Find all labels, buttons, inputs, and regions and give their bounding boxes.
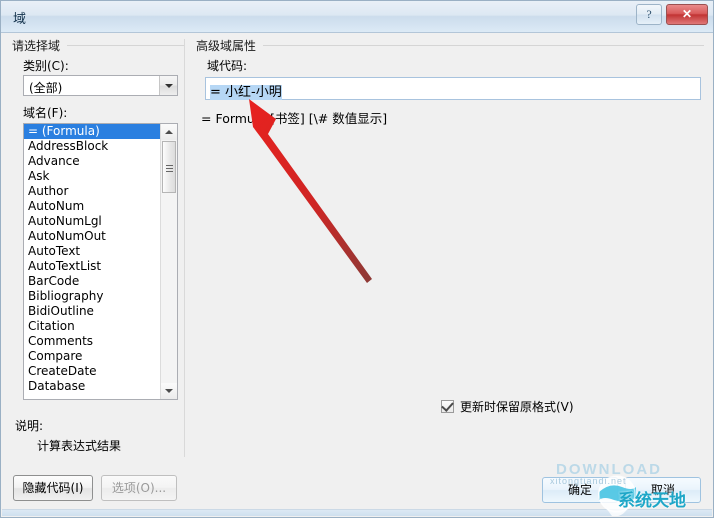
- category-dropdown-button[interactable]: [159, 76, 177, 95]
- description-text: 计算表达式结果: [37, 439, 122, 453]
- chevron-down-icon: [165, 389, 173, 393]
- window-title: 域: [13, 12, 27, 27]
- close-icon[interactable]: ✕: [666, 4, 708, 25]
- list-item[interactable]: AutoText: [24, 244, 160, 259]
- fieldcode-text: = 小红-小明: [210, 81, 282, 100]
- list-item[interactable]: Database: [24, 379, 160, 394]
- list-item[interactable]: AddressBlock: [24, 139, 160, 154]
- checkmark-icon: [441, 399, 454, 412]
- preserve-format-checkbox[interactable]: [441, 399, 454, 413]
- fieldcode-selected-text: = 小红-小明: [210, 85, 282, 100]
- description-label: 说明:: [15, 419, 44, 433]
- dialog-body: 请选择域 高级域属性 类别(C): (全部) 域名(F): = (Formula…: [1, 33, 713, 517]
- left-group-header: 请选择域: [12, 37, 184, 54]
- left-group-rule: [67, 45, 184, 46]
- list-item[interactable]: Bibliography: [24, 289, 160, 304]
- list-item[interactable]: AutoTextList: [24, 259, 160, 274]
- list-item[interactable]: AutoNum: [24, 199, 160, 214]
- ok-button[interactable]: 确定: [542, 477, 618, 503]
- field-list-scrollbar[interactable]: [160, 124, 177, 399]
- left-group-title: 请选择域: [12, 39, 61, 53]
- list-item[interactable]: Author: [24, 184, 160, 199]
- chevron-up-icon: [165, 130, 173, 134]
- list-item[interactable]: = (Formula): [24, 124, 160, 139]
- chevron-down-icon: [165, 84, 173, 88]
- scroll-down-button[interactable]: [161, 383, 177, 399]
- preserve-format-label: 更新时保留原格式(V): [460, 400, 574, 414]
- list-item[interactable]: Compare: [24, 349, 160, 364]
- fieldcode-input[interactable]: = 小红-小明: [205, 77, 701, 100]
- help-icon[interactable]: ?: [636, 4, 662, 25]
- title-bar-buttons: ? ✕: [636, 4, 708, 25]
- list-item[interactable]: AutoNumOut: [24, 229, 160, 244]
- list-item[interactable]: CreateDate: [24, 364, 160, 379]
- list-item[interactable]: BarCode: [24, 274, 160, 289]
- cancel-button[interactable]: 取消: [625, 477, 701, 503]
- fieldname-label: 域名(F):: [23, 106, 68, 120]
- right-group-header: 高级域属性: [196, 37, 704, 54]
- fieldcode-label: 域代码:: [207, 59, 248, 73]
- category-label: 类别(C):: [23, 59, 69, 73]
- right-group-rule: [263, 45, 704, 46]
- preserve-format-checkbox-row[interactable]: 更新时保留原格式(V): [441, 398, 574, 415]
- list-item[interactable]: Comments: [24, 334, 160, 349]
- list-item[interactable]: AutoNumLgl: [24, 214, 160, 229]
- scrollbar-thumb[interactable]: [162, 141, 176, 193]
- field-dialog-window: 域 ? ✕ 请选择域 高级域属性 类别(C): (全部) 域名(F): = (F…: [0, 0, 714, 518]
- list-item[interactable]: Citation: [24, 319, 160, 334]
- fieldcode-syntax-hint: = Formula [书签] [\# 数值显示]: [201, 111, 388, 126]
- right-group-title: 高级域属性: [196, 39, 257, 53]
- scroll-up-button[interactable]: [161, 124, 177, 140]
- hide-codes-button[interactable]: 隐藏代码(I): [13, 475, 93, 501]
- field-name-list[interactable]: = (Formula) AddressBlock Advance Ask Author A…: [24, 124, 160, 399]
- list-item[interactable]: Advance: [24, 154, 160, 169]
- field-name-listbox[interactable]: = (Formula) AddressBlock Advance Ask Author A…: [23, 123, 178, 400]
- bottom-status-strip: [2, 509, 712, 516]
- category-value: (全部): [29, 81, 63, 95]
- scrollbar-grip-icon: [166, 165, 173, 172]
- panel-divider: [184, 39, 185, 457]
- category-combobox[interactable]: (全部): [23, 75, 178, 96]
- list-item[interactable]: Ask: [24, 169, 160, 184]
- options-button: 选项(O)...: [101, 475, 177, 501]
- screenshot-root: 域 ? ✕ 请选择域 高级域属性 类别(C): (全部) 域名(F): = (F…: [0, 0, 714, 518]
- title-bar: 域 ? ✕: [1, 1, 713, 33]
- list-item[interactable]: BidiOutline: [24, 304, 160, 319]
